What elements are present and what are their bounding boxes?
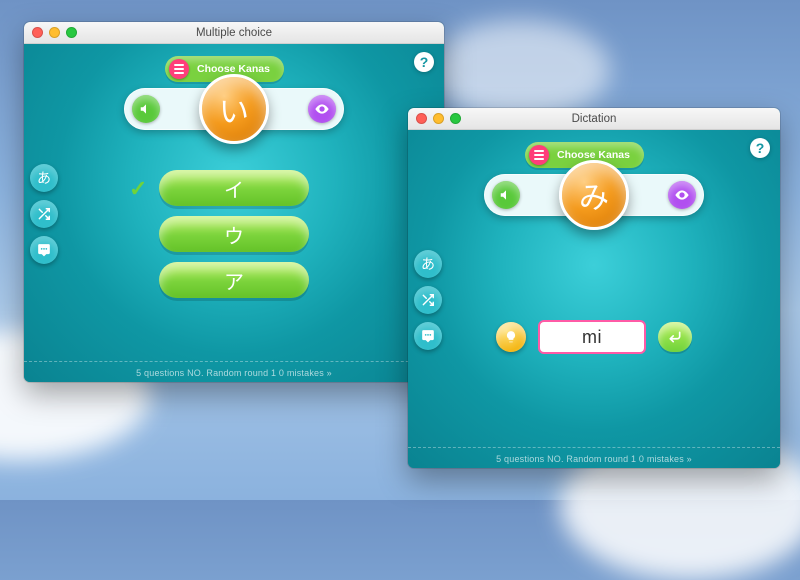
sound-button[interactable] [492, 181, 520, 209]
choice-list: ✓ イ ウ ア [159, 170, 309, 298]
window-title: Multiple choice [24, 27, 444, 39]
reveal-button[interactable] [668, 181, 696, 209]
side-rail: あ [414, 250, 442, 350]
shuffle-icon [37, 207, 51, 221]
status-separator [408, 447, 780, 448]
stage: ? Choose Kanas み あ [408, 130, 780, 468]
help-button[interactable]: ? [750, 138, 770, 158]
stage: ? Choose Kanas い あ ✓ イ [24, 44, 444, 382]
shuffle-button[interactable] [414, 286, 442, 314]
speak-button[interactable] [30, 236, 58, 264]
window-multiple-choice: Multiple choice ? Choose Kanas い あ [24, 22, 444, 382]
kana-mode-button[interactable]: あ [414, 250, 442, 278]
speak-button[interactable] [414, 322, 442, 350]
choice-button-3[interactable]: ア [159, 262, 309, 298]
window-title: Dictation [408, 113, 780, 125]
bulb-icon [504, 330, 518, 344]
reveal-button[interactable] [308, 95, 336, 123]
eye-icon [314, 101, 330, 117]
shuffle-icon [421, 293, 435, 307]
correct-check-icon: ✓ [129, 176, 147, 202]
status-separator [24, 361, 444, 362]
answer-input[interactable]: mi [538, 320, 646, 354]
shuffle-button[interactable] [30, 200, 58, 228]
enter-icon [667, 330, 683, 344]
prompt-kana: い [199, 74, 269, 144]
speaker-icon [139, 102, 153, 116]
submit-button[interactable] [658, 322, 692, 352]
chat-icon [421, 329, 435, 343]
list-icon [169, 59, 189, 79]
side-rail: あ [30, 164, 58, 264]
choice-button-2[interactable]: ウ [159, 216, 309, 252]
window-dictation: Dictation ? Choose Kanas み あ [408, 108, 780, 468]
sound-button[interactable] [132, 95, 160, 123]
status-bar: 5 questions NO. Random round 1 0 mistake… [408, 454, 780, 464]
prompt-kana: み [559, 160, 629, 230]
titlebar[interactable]: Dictation [408, 108, 780, 130]
dictation-input-row: mi [496, 320, 692, 354]
list-icon [529, 145, 549, 165]
status-bar: 5 questions NO. Random round 1 0 mistake… [24, 368, 444, 378]
help-button[interactable]: ? [414, 52, 434, 72]
speaker-icon [499, 188, 513, 202]
titlebar[interactable]: Multiple choice [24, 22, 444, 44]
cloud-decor [430, 20, 610, 120]
eye-icon [674, 187, 690, 203]
chat-icon [37, 243, 51, 257]
hint-button[interactable] [496, 322, 526, 352]
choice-button-1[interactable]: イ [159, 170, 309, 206]
kana-mode-button[interactable]: あ [30, 164, 58, 192]
